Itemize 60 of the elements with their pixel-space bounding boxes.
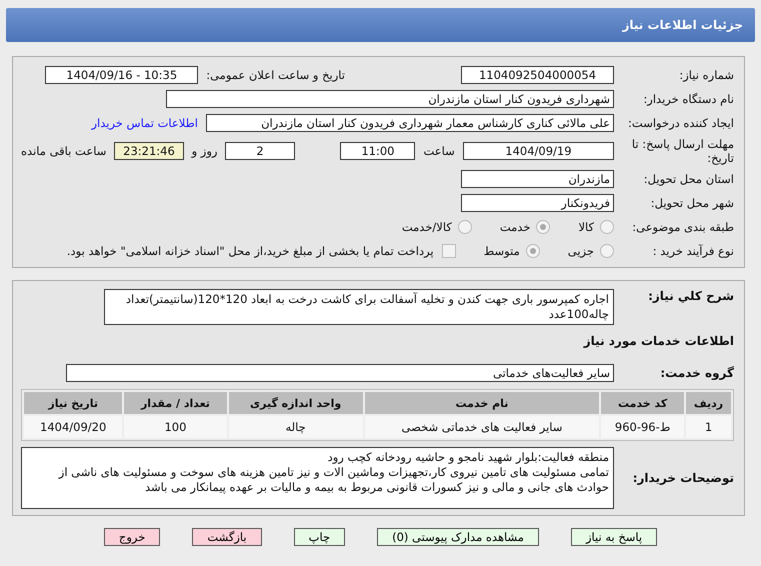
- field-label: شرح کلي نياز:: [647, 289, 734, 303]
- field-label: اطلاعات خدمات مورد نياز: [584, 334, 734, 348]
- column-header: ردیف: [686, 392, 731, 414]
- contact-link[interactable]: اطلاعات تماس خریدار: [91, 116, 198, 130]
- radio-label: کالا/خدمت: [402, 220, 452, 234]
- field-label: شهر محل تحویل:: [650, 196, 734, 210]
- table-cell: سایر فعالیت های خدماتی شخصی: [364, 416, 600, 438]
- radio-label: جزیی: [568, 244, 594, 258]
- radio-label: خدمت: [500, 220, 530, 234]
- creator-field: علی مالائی کناری کارشناس معمار شهرداری فریدون کنار استان مازندران: [206, 114, 614, 132]
- field-label: روز و: [192, 144, 218, 158]
- field-label: گروه خدمت:: [659, 366, 734, 380]
- column-header: نام خدمت: [364, 392, 600, 414]
- buyer-field: شهرداری فریدون کنار استان مازندران: [166, 90, 614, 108]
- radio-button[interactable]: [600, 244, 614, 258]
- radio-button[interactable]: [536, 220, 550, 234]
- column-header: تاریخ نیاز: [24, 392, 122, 414]
- action-button[interactable]: چاپ: [294, 528, 346, 546]
- table-cell: چاله: [228, 416, 363, 438]
- action-button[interactable]: مشاهده مدارک پیوستی (0): [377, 528, 539, 546]
- days-field: 2: [225, 142, 295, 160]
- field-label: طبقه بندی موضوعی:: [631, 220, 734, 234]
- field-label: مهلت ارسال پاسخ: تا تاریخ:: [630, 137, 734, 165]
- field-label: ایجاد کننده درخواست:: [627, 116, 734, 130]
- radio-button[interactable]: [458, 220, 472, 234]
- action-button[interactable]: پاسخ به نیاز: [570, 528, 658, 546]
- description-field: اجاره کمپرسور باری جهت کندن و تخلیه آسفالت برای کاشت درخت به ابعاد 120*120(سانتیمتر)تعداد چاله100عدد: [104, 289, 614, 325]
- page-title: جزئیات اطلاعات نیاز: [622, 18, 743, 32]
- table-cell: 100: [124, 416, 227, 438]
- field-label: نام دستگاه خریدار:: [642, 92, 734, 106]
- checkbox[interactable]: [442, 244, 456, 258]
- field-label: ساعت باقی مانده: [21, 144, 106, 158]
- table-cell: ط-96-960: [601, 416, 684, 438]
- table-cell: 1404/09/20: [24, 416, 122, 438]
- field-label: نوع فرآیند خرید :: [652, 244, 734, 258]
- table-cell: 1: [686, 416, 731, 438]
- buyer-notes-field: منطقه فعالیت:بلوار شهید نامجو و حاشیه رودخانه کچب رود تمامی مسئولیت های تامین نیروی کار،تجهیزات وماشین الات و نیز تامین هزینه های سوخت و مسئولیت های ناشی از حوادث های جانی و مالی و نیز کسورات قانونی مربوط به بیمه و مالیات بر عهده پیمانکار می باشد: [21, 447, 614, 509]
- field-label: تاریخ و ساعت اعلان عمومی:: [206, 68, 345, 82]
- remaining-time-field: 23:21:46: [114, 142, 184, 160]
- province-field: مازندران: [461, 170, 614, 188]
- radio-label: کالا: [578, 220, 594, 234]
- deadline-time-field: 11:00: [340, 142, 416, 160]
- field-label: شماره نیاز:: [678, 68, 734, 82]
- column-header: تعداد / مقدار: [124, 392, 227, 414]
- column-header: واحد اندازه گیری: [228, 392, 363, 414]
- checkbox-label: پرداخت تمام یا بخشی از مبلغ خرید،از محل "اسناد خزانه اسلامی" خواهد بود.: [66, 244, 434, 258]
- field-label: ساعت: [423, 144, 455, 158]
- deadline-date-field: 1404/09/19: [462, 142, 614, 160]
- action-button[interactable]: خروج: [104, 528, 160, 546]
- radio-button[interactable]: [600, 220, 614, 234]
- radio-label: متوسط: [484, 244, 520, 258]
- field-label: استان محل تحویل:: [642, 172, 734, 186]
- service-group-field: سایر فعالیت‌های خدماتی: [66, 364, 614, 382]
- radio-button[interactable]: [526, 244, 540, 258]
- need-number-field: 1104092504000054: [461, 66, 614, 84]
- field-label: توضیحات خریدار:: [632, 471, 734, 485]
- city-field: فریدونکنار: [461, 194, 614, 212]
- column-header: کد خدمت: [601, 392, 684, 414]
- action-button[interactable]: بازگشت: [192, 528, 262, 546]
- announce-date-field: 1404/09/16 - 10:35: [45, 66, 198, 84]
